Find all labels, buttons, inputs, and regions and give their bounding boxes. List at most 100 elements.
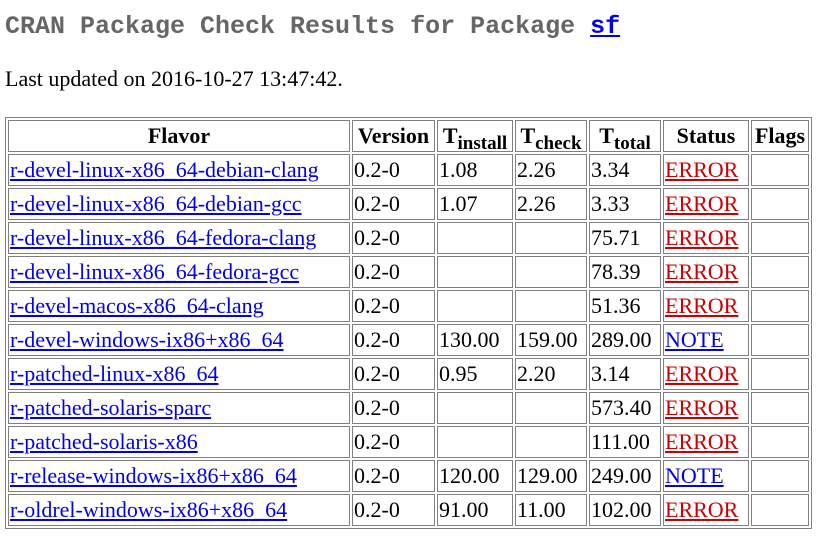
tcheck-cell: 129.00 [515, 460, 587, 492]
tinstall-cell [437, 290, 513, 322]
table-row: r-patched-solaris-x86 0.2-0 111.00 ERROR [8, 426, 809, 458]
flavor-cell: r-devel-linux-x86_64-debian-gcc [8, 188, 350, 220]
table-row: r-devel-windows-ix86+x86_64 0.2-0 130.00 15… [8, 324, 809, 356]
table-row: r-devel-linux-x86_64-fedora-clang 0.2-0 75… [8, 222, 809, 254]
ttotal-cell: 102.00 [589, 494, 661, 526]
status-link[interactable]: ERROR [665, 497, 738, 522]
version-cell: 0.2-0 [352, 392, 435, 424]
tinstall-cell [437, 222, 513, 254]
flavor-link[interactable]: r-patched-solaris-sparc [10, 395, 211, 420]
header-tcheck-sub: check [535, 133, 582, 154]
tcheck-cell: 2.26 [515, 188, 587, 220]
table-row: r-oldrel-windows-ix86+x86_64 0.2-0 91.00 11… [8, 494, 809, 526]
tcheck-cell [515, 426, 587, 458]
table-row: r-release-windows-ix86+x86_64 0.2-0 120.00… [8, 460, 809, 492]
version-cell: 0.2-0 [352, 426, 435, 458]
last-updated-text: Last updated on 2016-10-27 13:47:42. [5, 66, 343, 91]
table-row: r-patched-linux-x86_64 0.2-0 0.95 2.20 3.14 E… [8, 358, 809, 390]
status-link[interactable]: ERROR [665, 259, 738, 284]
status-link[interactable]: NOTE [665, 463, 724, 488]
flags-cell [751, 460, 809, 492]
status-link[interactable]: ERROR [665, 225, 738, 250]
tinstall-cell [437, 392, 513, 424]
header-ttotal: Ttotal [589, 120, 661, 154]
status-link[interactable]: ERROR [665, 361, 738, 386]
flavor-cell: r-patched-solaris-x86 [8, 426, 350, 458]
flavor-link[interactable]: r-devel-macos-x86_64-clang [10, 293, 264, 318]
flavor-cell: r-devel-linux-x86_64-fedora-gcc [8, 256, 350, 288]
header-ttotal-t: T [599, 123, 614, 148]
version-cell: 0.2-0 [352, 222, 435, 254]
header-flags: Flags [751, 120, 809, 152]
flavor-link[interactable]: r-patched-linux-x86_64 [10, 361, 219, 386]
status-cell: ERROR [663, 358, 749, 390]
status-cell: ERROR [663, 256, 749, 288]
ttotal-cell: 78.39 [589, 256, 661, 288]
flavor-link[interactable]: r-patched-solaris-x86 [10, 429, 198, 454]
ttotal-cell: 3.33 [589, 188, 661, 220]
tinstall-cell: 0.95 [437, 358, 513, 390]
header-tinstall: Tinstall [437, 120, 513, 154]
ttotal-cell: 3.14 [589, 358, 661, 390]
tcheck-cell [515, 290, 587, 322]
flavor-link[interactable]: r-devel-linux-x86_64-fedora-clang [10, 225, 316, 250]
page-title: CRAN Package Check Results for Package s… [5, 0, 839, 42]
flavor-link[interactable]: r-devel-linux-x86_64-fedora-gcc [10, 259, 299, 284]
flags-cell [751, 392, 809, 424]
status-link[interactable]: NOTE [665, 327, 724, 352]
tcheck-cell [515, 256, 587, 288]
header-tcheck: Tcheck [515, 120, 587, 154]
flavor-cell: r-release-windows-ix86+x86_64 [8, 460, 350, 492]
version-cell: 0.2-0 [352, 290, 435, 322]
flags-cell [751, 324, 809, 356]
flavor-link[interactable]: r-oldrel-windows-ix86+x86_64 [10, 497, 287, 522]
flavor-link[interactable]: r-devel-windows-ix86+x86_64 [10, 327, 283, 352]
flavor-cell: r-devel-linux-x86_64-fedora-clang [8, 222, 350, 254]
header-tinstall-sub: install [457, 133, 508, 154]
status-link[interactable]: ERROR [665, 157, 738, 182]
status-cell: ERROR [663, 290, 749, 322]
header-status: Status [663, 120, 749, 152]
version-cell: 0.2-0 [352, 494, 435, 526]
page-title-text: CRAN Package Check Results for Package [5, 12, 591, 41]
table-row: r-devel-macos-x86_64-clang 0.2-0 51.36 ERRO… [8, 290, 809, 322]
tinstall-cell: 130.00 [437, 324, 513, 356]
check-results-table: Flavor Version Tinstall Tcheck Ttotal St… [5, 117, 812, 529]
ttotal-cell: 3.34 [589, 154, 661, 186]
status-link[interactable]: ERROR [665, 429, 738, 454]
status-cell: NOTE [663, 324, 749, 356]
table-body: r-devel-linux-x86_64-debian-clang 0.2-0 1.… [8, 154, 809, 526]
status-link[interactable]: ERROR [665, 191, 738, 216]
header-tinstall-t: T [442, 123, 458, 148]
status-cell: ERROR [663, 188, 749, 220]
tcheck-cell [515, 392, 587, 424]
flavor-cell: r-oldrel-windows-ix86+x86_64 [8, 494, 350, 526]
flavor-cell: r-devel-windows-ix86+x86_64 [8, 324, 350, 356]
ttotal-cell: 249.00 [589, 460, 661, 492]
page: CRAN Package Check Results for Package s… [0, 0, 839, 529]
version-cell: 0.2-0 [352, 154, 435, 186]
flags-cell [751, 222, 809, 254]
flags-cell [751, 358, 809, 390]
status-cell: ERROR [663, 154, 749, 186]
ttotal-cell: 573.40 [589, 392, 661, 424]
status-link[interactable]: ERROR [665, 395, 738, 420]
ttotal-cell: 289.00 [589, 324, 661, 356]
flags-cell [751, 188, 809, 220]
flavor-link[interactable]: r-devel-linux-x86_64-debian-gcc [10, 191, 302, 216]
flavor-link[interactable]: r-release-windows-ix86+x86_64 [10, 463, 297, 488]
flavor-cell: r-devel-linux-x86_64-debian-clang [8, 154, 350, 186]
tcheck-cell: 11.00 [515, 494, 587, 526]
tinstall-cell: 91.00 [437, 494, 513, 526]
tinstall-cell [437, 426, 513, 458]
flags-cell [751, 426, 809, 458]
flavor-link[interactable]: r-devel-linux-x86_64-debian-clang [10, 157, 319, 182]
version-cell: 0.2-0 [352, 460, 435, 492]
status-cell: ERROR [663, 426, 749, 458]
status-link[interactable]: ERROR [665, 293, 738, 318]
header-ttotal-sub: total [613, 133, 651, 154]
package-link[interactable]: sf [590, 12, 620, 41]
table-row: r-devel-linux-x86_64-fedora-gcc 0.2-0 78.3… [8, 256, 809, 288]
status-cell: ERROR [663, 392, 749, 424]
ttotal-cell: 51.36 [589, 290, 661, 322]
